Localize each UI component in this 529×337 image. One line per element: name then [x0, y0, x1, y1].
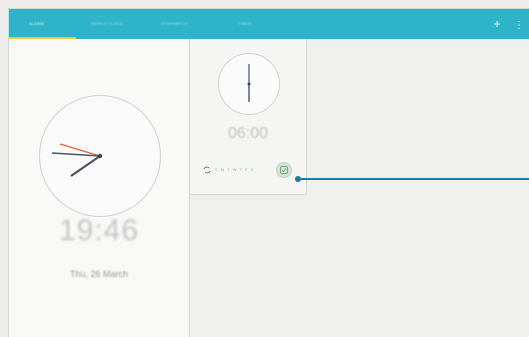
- alarm-analog-clock: [218, 53, 280, 115]
- plus-icon[interactable]: +: [494, 9, 501, 39]
- tab-alarm[interactable]: Alarm: [29, 9, 44, 39]
- alarm-repeat-days: S M T W T F S: [215, 167, 255, 172]
- tab-stopwatch[interactable]: Stopwatch: [161, 9, 188, 39]
- clock-center: [97, 153, 103, 159]
- clock-panel: 19:46 Thu, 26 March: [9, 39, 190, 337]
- app-window: Alarm World clock Stopwatch Timer + ⋮ 19…: [8, 8, 529, 337]
- callout-line: [298, 178, 529, 180]
- clock-hands: [51, 143, 103, 177]
- alarm-toggle-button[interactable]: [276, 162, 292, 178]
- tab-timer[interactable]: Timer: [238, 9, 251, 39]
- analog-clock: [39, 95, 161, 217]
- alarm-clock-hands: [247, 64, 251, 102]
- repeat-icon: [203, 166, 211, 174]
- app-bar: Alarm World clock Stopwatch Timer + ⋮: [9, 9, 529, 39]
- more-vert-icon[interactable]: ⋮: [514, 11, 524, 41]
- current-date: Thu, 26 March: [69, 269, 129, 279]
- app-bar-actions: + ⋮: [484, 9, 524, 39]
- alarm-card[interactable]: 06:00 S M T W T F S: [190, 39, 307, 195]
- alarm-check-icon: [280, 166, 288, 174]
- current-time: 19:46: [58, 214, 140, 247]
- tab-world-clock[interactable]: World clock: [91, 9, 123, 39]
- alarm-clock-center: [247, 82, 251, 86]
- alarm-time: 06:00: [227, 125, 269, 142]
- hour-hand: [70, 155, 101, 177]
